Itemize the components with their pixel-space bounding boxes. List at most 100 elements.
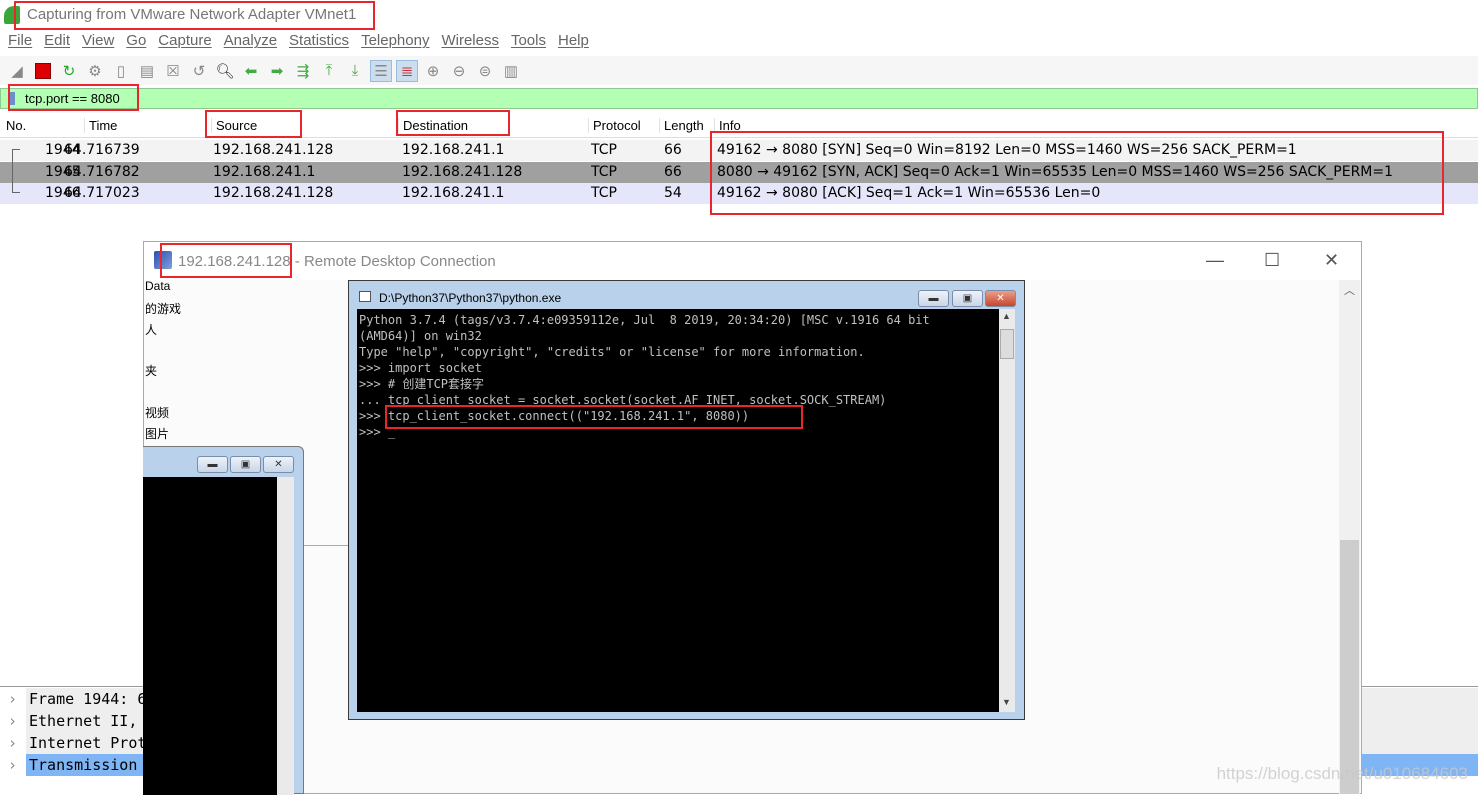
rdp-ip: 192.168.241.128 xyxy=(178,253,291,270)
console-scrollbar[interactable] xyxy=(277,477,294,795)
col-info[interactable]: Info xyxy=(714,118,741,133)
zoom-normal-icon[interactable]: ⊜ xyxy=(474,60,496,82)
packet-row[interactable]: 1944 64.716739 192.168.241.128 192.168.241.… xyxy=(0,140,1478,161)
zoom-out-icon[interactable]: ⊖ xyxy=(448,60,470,82)
go-to-packet-icon[interactable]: ⇶ xyxy=(292,60,314,82)
rdp-scrollbar[interactable]: ︿ xyxy=(1339,280,1360,794)
minimize-icon[interactable]: ▬ xyxy=(197,456,228,473)
maximize-icon[interactable]: ▣ xyxy=(230,456,261,473)
col-no[interactable]: No. xyxy=(2,118,26,133)
rdp-nav-item[interactable]: 人 xyxy=(145,321,157,338)
console-line: >>> _ xyxy=(359,425,396,439)
rdp-nav-item[interactable]: 夹 xyxy=(145,362,157,379)
packet-row[interactable]: 1945 64.716782 192.168.241.1 192.168.241.12… xyxy=(0,161,1478,183)
zoom-in-icon[interactable]: ⊕ xyxy=(422,60,444,82)
console-screen xyxy=(143,477,277,795)
cell-time: 64.717023 xyxy=(64,185,140,201)
cell-proto: TCP xyxy=(591,142,617,158)
col-time[interactable]: Time xyxy=(84,118,117,133)
console-output[interactable]: Python 3.7.4 (tags/v3.7.4:e09359112e, Ju… xyxy=(357,309,999,712)
menu-telephony[interactable]: Telephony xyxy=(361,32,429,54)
scroll-thumb[interactable] xyxy=(1340,540,1359,794)
background-console-window: ▬ ▣ ✕ xyxy=(143,446,304,795)
first-packet-icon[interactable]: ⤒ xyxy=(318,60,340,82)
go-back-icon[interactable]: ⬅ xyxy=(240,60,262,82)
filter-text: tcp.port == 8080 xyxy=(25,91,120,106)
find-packet-icon[interactable]: 🔍︎ xyxy=(214,60,236,82)
menu-statistics[interactable]: Statistics xyxy=(289,32,349,54)
go-forward-icon[interactable]: ➡ xyxy=(266,60,288,82)
console-scrollbar[interactable]: ▲ ▼ xyxy=(999,309,1015,712)
col-length[interactable]: Length xyxy=(659,118,704,133)
display-filter-input[interactable]: tcp.port == 8080 xyxy=(0,88,1478,109)
scroll-thumb[interactable] xyxy=(1000,329,1014,359)
console-title: D:\Python37\Python37\python.exe xyxy=(379,291,562,305)
close-icon[interactable]: ✕ xyxy=(263,456,294,473)
scroll-up-icon[interactable]: ︿ xyxy=(1344,282,1355,298)
last-packet-icon[interactable]: ⤓ xyxy=(344,60,366,82)
menu-wireless[interactable]: Wireless xyxy=(441,32,499,54)
start-capture-icon[interactable]: ◢ xyxy=(6,60,28,82)
maximize-button[interactable]: ▣ xyxy=(952,290,983,307)
python-console-window: D:\Python37\Python37\python.exe ▬ ▣ ✕ Py… xyxy=(348,280,1025,720)
cell-dst: 192.168.241.128 xyxy=(402,163,523,180)
menu-help[interactable]: Help xyxy=(558,32,589,54)
cell-dst: 192.168.241.1 xyxy=(402,142,505,158)
rdp-nav-item[interactable]: 图片 xyxy=(145,425,169,442)
rdp-computer-icon xyxy=(154,251,172,269)
open-file-icon[interactable]: ▯ xyxy=(110,60,132,82)
watermark: https://blog.csdn.net/u010684603 xyxy=(1216,764,1468,783)
autoscroll-icon[interactable]: ☰ xyxy=(370,59,392,82)
colorize-icon[interactable]: ≣ xyxy=(396,59,418,82)
stop-capture-icon[interactable] xyxy=(32,60,54,82)
minimize-icon[interactable]: — xyxy=(1206,250,1224,271)
cell-len: 66 xyxy=(664,142,682,158)
console-line: >>> # 创建TCP套接字 xyxy=(359,377,485,391)
menu-capture[interactable]: Capture xyxy=(158,32,211,54)
minimize-button[interactable]: ▬ xyxy=(918,290,949,307)
menu-edit[interactable]: Edit xyxy=(44,32,70,54)
console-line: (AMD64)] on win32 xyxy=(359,329,482,343)
cell-time: 64.716739 xyxy=(64,142,140,158)
console-line: ... tcp_client_socket = socket.socket(so… xyxy=(359,393,887,407)
packet-row[interactable]: 1946 64.717023 192.168.241.128 192.168.241.… xyxy=(0,183,1478,204)
console-line: >>> tcp_client_socket.connect(("192.168.… xyxy=(359,409,750,423)
save-file-icon[interactable]: ▤ xyxy=(136,60,158,82)
wireshark-titlebar: Capturing from VMware Network Adapter VM… xyxy=(0,0,1478,31)
menu-tools[interactable]: Tools xyxy=(511,32,546,54)
console-line: Type "help", "copyright", "credits" or "… xyxy=(359,345,865,359)
expand-chevron-icon[interactable]: › xyxy=(8,732,17,754)
menu-view[interactable]: View xyxy=(82,32,114,54)
expand-chevron-icon[interactable]: › xyxy=(8,688,17,710)
rdp-nav-item[interactable]: Data xyxy=(145,279,170,293)
capture-options-icon[interactable]: ⚙ xyxy=(84,60,106,82)
cell-src: 192.168.241.128 xyxy=(213,142,334,158)
conversation-bracket xyxy=(12,149,20,193)
close-icon[interactable]: ✕ xyxy=(1324,250,1339,271)
reload-file-icon[interactable]: ↺ xyxy=(188,60,210,82)
close-file-icon[interactable]: ☒ xyxy=(162,60,184,82)
expand-chevron-icon[interactable]: › xyxy=(8,754,17,776)
menu-go[interactable]: Go xyxy=(126,32,146,54)
scroll-up-icon[interactable]: ▲ xyxy=(1002,311,1011,321)
bookmark-icon[interactable] xyxy=(9,92,15,105)
menu-analyze[interactable]: Analyze xyxy=(224,32,277,54)
window-title: Capturing from VMware Network Adapter VM… xyxy=(27,6,357,23)
wireshark-logo-icon xyxy=(4,6,20,24)
rdp-nav-item[interactable]: 视频 xyxy=(145,404,169,421)
rdp-nav-item[interactable]: 的游戏 xyxy=(145,300,181,317)
cell-info: 49162 → 8080 [ACK] Seq=1 Ack=1 Win=65536… xyxy=(717,185,1101,201)
col-destination[interactable]: Destination xyxy=(398,118,468,133)
maximize-icon[interactable]: ☐ xyxy=(1264,250,1280,271)
col-source[interactable]: Source xyxy=(211,118,257,133)
rdp-title: - Remote Desktop Connection xyxy=(290,253,496,270)
restart-capture-icon[interactable]: ↻ xyxy=(58,60,80,82)
close-button[interactable]: ✕ xyxy=(985,290,1016,307)
col-protocol[interactable]: Protocol xyxy=(588,118,641,133)
menu-file[interactable]: File xyxy=(8,32,32,54)
cell-len: 66 xyxy=(664,163,682,180)
expand-chevron-icon[interactable]: › xyxy=(8,710,17,732)
cell-len: 54 xyxy=(664,185,682,201)
scroll-down-icon[interactable]: ▼ xyxy=(1002,697,1011,707)
resize-columns-icon[interactable]: ▥ xyxy=(500,60,522,82)
